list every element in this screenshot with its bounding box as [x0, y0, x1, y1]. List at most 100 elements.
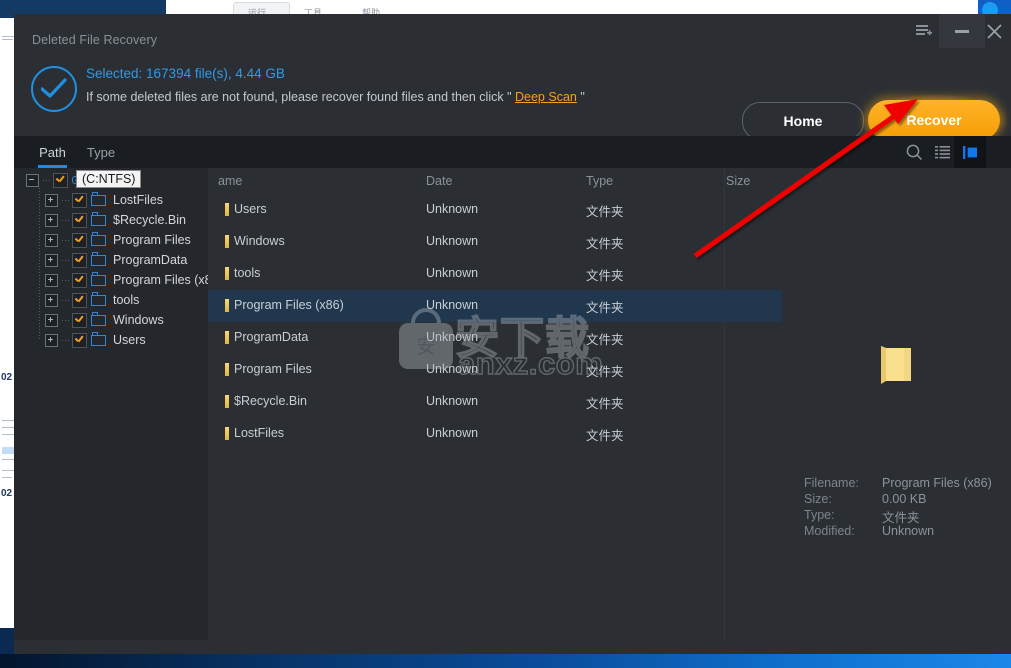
window-titlebar: Deleted File Recovery [14, 14, 1011, 48]
tree-checkbox[interactable] [72, 212, 87, 228]
view-tabstrip: Path Type [14, 136, 1011, 168]
column-header-date[interactable]: Date [426, 174, 452, 188]
selected-summary: Selected: 167394 file(s), 4.44 GB [86, 66, 285, 81]
cell-date: Unknown [426, 298, 479, 312]
tree-guide-line [39, 188, 40, 340]
cell-type: 文件夹 [586, 301, 624, 315]
tree-checkbox[interactable] [72, 332, 87, 348]
collapse-icon[interactable] [26, 173, 39, 187]
cell-date: Unknown [426, 330, 479, 344]
tree-checkbox[interactable] [72, 232, 87, 248]
close-icon [986, 23, 1002, 39]
home-button[interactable]: Home [742, 102, 864, 140]
folder-icon [91, 212, 107, 226]
tree-item-recycle-bin[interactable]: $Recycle.Bin [45, 210, 186, 230]
file-list-column-header: ame Date Type Size [208, 168, 782, 194]
tree-item-label: $Recycle.Bin [113, 213, 186, 227]
expand-icon[interactable] [45, 233, 58, 247]
status-header: Selected: 167394 file(s), 4.44 GB If som… [14, 48, 1011, 146]
tab-path[interactable]: Path [38, 136, 67, 168]
table-row[interactable]: $Recycle.Bin Unknown 文件夹 [208, 386, 782, 418]
check-circle-icon [31, 66, 77, 112]
detail-view-icon[interactable] [954, 136, 986, 168]
expand-icon[interactable] [45, 193, 58, 207]
cell-date: Unknown [426, 362, 479, 376]
tree-item-label: ProgramData [113, 253, 188, 267]
column-header-type[interactable]: Type [586, 174, 613, 188]
tree-item-tools[interactable]: tools [45, 290, 139, 310]
tree-checkbox[interactable] [72, 252, 87, 268]
tree-item-lostfiles[interactable]: LostFiles [45, 190, 163, 210]
preview-value-filename: Program Files (x86) [882, 476, 992, 490]
preview-label-size: Size: [804, 492, 832, 506]
tree-item-windows[interactable]: Windows [45, 310, 164, 330]
folder-icon [225, 395, 229, 408]
folder-icon [878, 344, 916, 386]
table-row[interactable]: LostFiles Unknown 文件夹 [208, 418, 782, 450]
tree-item-label: Program Files (x86) [113, 273, 223, 287]
tree-item-program-files[interactable]: Program Files [45, 230, 191, 250]
detail-view-icon-glyph [962, 145, 977, 159]
expand-icon[interactable] [45, 213, 58, 227]
table-row[interactable]: Program Files Unknown 文件夹 [208, 354, 782, 386]
tree-item-label: tools [113, 293, 140, 307]
folder-icon [91, 192, 107, 206]
close-button[interactable] [977, 14, 1011, 48]
tree-connector [43, 179, 51, 181]
table-row[interactable]: ProgramData Unknown 文件夹 [208, 322, 782, 354]
cell-date: Unknown [426, 202, 479, 216]
column-header-name[interactable]: ame [218, 174, 242, 188]
tree-item-label: Windows [113, 313, 164, 327]
cell-date: Unknown [426, 266, 479, 280]
expand-icon[interactable] [45, 293, 58, 307]
deep-scan-hint: If some deleted files are not found, ple… [86, 90, 585, 104]
expand-icon[interactable] [45, 273, 58, 287]
tree-item-label: Program Files [113, 233, 191, 247]
tree-checkbox[interactable] [72, 272, 87, 288]
tree-checkbox[interactable] [72, 292, 87, 308]
cell-name: tools [234, 266, 261, 280]
tree-connector [62, 199, 70, 201]
search-icon-glyph [906, 144, 922, 160]
table-row[interactable]: Program Files (x86) Unknown 文件夹 [208, 290, 782, 322]
folder-icon [225, 235, 229, 248]
folder-icon-glyph [881, 346, 911, 384]
tree-checkbox[interactable] [72, 312, 87, 328]
folder-icon [225, 331, 229, 344]
tree-item-program-files-x86[interactable]: Program Files (x86) [45, 270, 223, 290]
tree-connector [62, 319, 70, 321]
cell-name: Users [234, 202, 267, 216]
cell-date: Unknown [426, 426, 479, 440]
preview-label-modified: Modified: [804, 524, 855, 538]
drive-label-editbox[interactable]: (C:NTFS) [76, 170, 142, 188]
column-header-size[interactable]: Size [726, 174, 750, 188]
folder-icon [225, 267, 229, 280]
tree-item-users[interactable]: Users [45, 330, 146, 350]
folder-icon [225, 203, 229, 216]
checkmark-glyph [41, 78, 67, 98]
expand-icon[interactable] [45, 333, 58, 347]
expand-icon[interactable] [45, 313, 58, 327]
taskbar-strip [0, 654, 1011, 668]
minimize-icon [955, 29, 969, 33]
tree-checkbox[interactable] [53, 172, 68, 188]
table-row[interactable]: Windows Unknown 文件夹 [208, 226, 782, 258]
tree-connector [62, 219, 70, 221]
tree-item-programdata[interactable]: ProgramData [45, 250, 187, 270]
cell-type: 文件夹 [586, 237, 624, 251]
folder-icon [91, 292, 107, 306]
folder-icon [91, 232, 107, 246]
path-tree-panel: (C:NTFS) LostFiles $Recycle.Bin Program Fil… [14, 168, 223, 640]
table-row[interactable]: Users Unknown 文件夹 [208, 194, 782, 226]
tab-type[interactable]: Type [86, 136, 116, 168]
menu-icon-glyph [915, 25, 932, 36]
table-row[interactable]: tools Unknown 文件夹 [208, 258, 782, 290]
tree-checkbox[interactable] [72, 192, 87, 208]
deep-scan-link[interactable]: Deep Scan [515, 90, 577, 104]
recover-button[interactable]: Recover [868, 100, 1000, 140]
preview-value-modified: Unknown [882, 524, 935, 538]
background-doc-number-1: 02 [1, 372, 13, 383]
cell-type: 文件夹 [586, 397, 624, 411]
preview-label-filename: Filename: [804, 476, 859, 490]
expand-icon[interactable] [45, 253, 58, 267]
